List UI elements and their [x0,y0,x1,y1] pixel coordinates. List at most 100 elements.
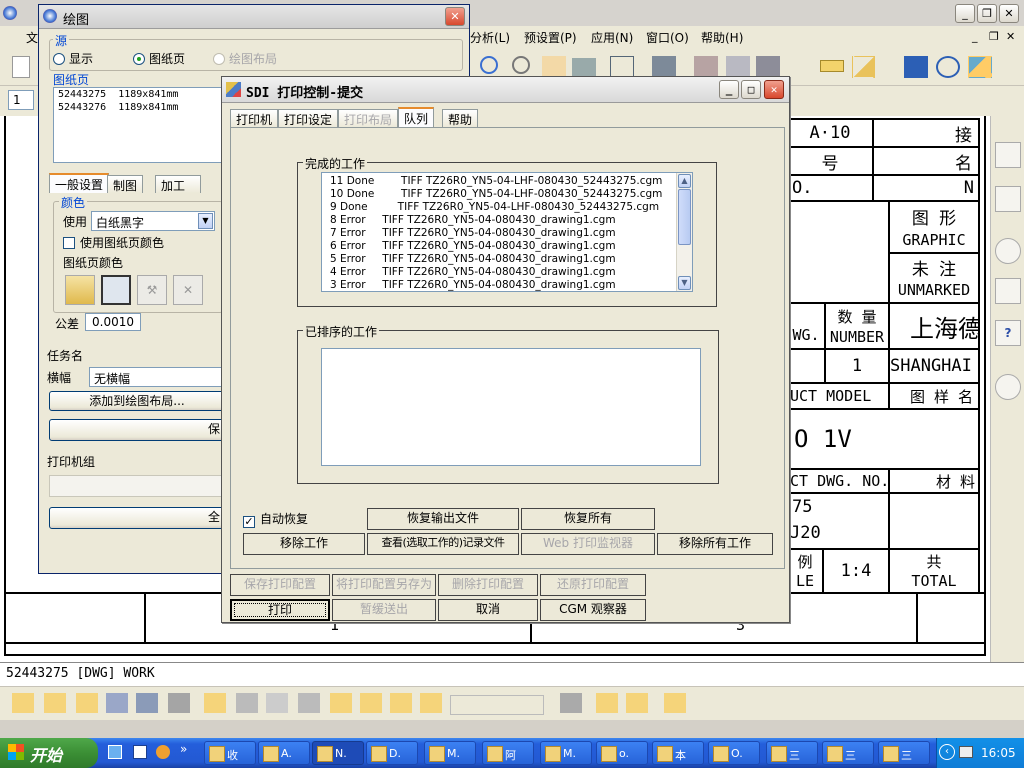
part-navigator-icon[interactable] [995,186,1021,212]
reposition-icon[interactable] [266,693,288,713]
remove-all-button[interactable]: 移除所有工作 [657,533,773,555]
taskbar-button[interactable]: 三 [766,741,818,765]
tab-general[interactable]: 一般设置 [49,173,110,193]
all-button[interactable]: 全 [49,507,225,529]
radio-display[interactable]: 显示 [53,50,93,67]
taskbar-button[interactable]: O. [708,741,760,765]
completed-job-row[interactable]: 10 Done TIFF TZ26R0_YN5-04-LHF-080430_52… [322,188,692,201]
tab-drafting[interactable]: 制图 [107,175,144,193]
explode-icon[interactable] [596,693,618,713]
replace-icon[interactable] [360,693,382,713]
sorted-jobs-list[interactable] [321,348,701,466]
component-icon[interactable] [76,693,98,713]
wave-link-icon[interactable] [390,693,412,713]
cube-wire-icon[interactable] [610,56,634,78]
sheet-item[interactable]: 52443275 1189x841mm [54,88,223,101]
taskbar-button[interactable]: D. [366,741,418,765]
completed-job-row[interactable]: 9 Done TIFF TZ26R0_YN5-04-LHF-080430_524… [322,201,692,214]
network-icon[interactable] [936,56,960,78]
scroll-thumb[interactable] [678,189,691,245]
wrench-icon[interactable]: ⚒ [137,275,167,305]
menu-file-stub[interactable]: 文 [26,29,38,46]
check-clearance-icon[interactable] [664,693,686,713]
cube-grey-icon[interactable] [726,56,750,78]
maximize-button[interactable]: ❐ [977,4,997,23]
completed-job-row[interactable]: 3 Error TIFF TZ26R0_YN5-04-080430_drawin… [322,279,692,291]
help-icon[interactable]: ? [995,320,1021,346]
taskbar-button[interactable]: 阿 [482,741,534,765]
assembly-icon[interactable] [106,693,128,713]
menu-analysis[interactable]: 分析(L) [470,29,510,46]
constraint-icon[interactable] [136,693,158,713]
mate-icon[interactable] [168,693,190,713]
remove-job-button[interactable]: 移除工作 [243,533,365,555]
minimize-button[interactable]: _ [955,4,975,23]
triangle-ruler-icon[interactable] [852,56,876,78]
sheet-item[interactable]: 52443276 1189x841mm [54,101,223,114]
use-sheet-color-box[interactable] [63,237,75,249]
completed-jobs-list[interactable]: 11 Done TIFF TZ26R0_YN5-04-LHF-080430_52… [321,172,693,292]
pan-icon[interactable] [542,56,566,78]
menu-preferences[interactable]: 预设置(P) [524,29,577,46]
cgm-viewer-button[interactable]: CGM 观察器 [540,599,646,621]
menu-window[interactable]: 窗口(O) [646,29,689,46]
new-file-icon[interactable] [12,56,30,78]
taskbar-button[interactable]: M. [540,741,592,765]
palette-icon[interactable] [995,238,1021,264]
start-button[interactable]: 开始 [0,738,98,768]
plot-close-button[interactable]: ✕ [445,7,465,26]
completed-job-row[interactable]: 11 Done TIFF TZ26R0_YN5-04-LHF-080430_52… [322,175,692,188]
completed-job-row[interactable]: 5 Error TIFF TZ26R0_YN5-04-080430_drawin… [322,253,692,266]
taskbar-button[interactable]: o. [596,741,648,765]
taskbar-button[interactable]: M. [424,741,476,765]
add-component-icon[interactable] [204,693,226,713]
completed-job-row[interactable]: 4 Error TIFF TZ26R0_YN5-04-080430_drawin… [322,266,692,279]
scroll-down-icon[interactable]: ▼ [678,276,691,290]
radio-sheet[interactable]: 图纸页 [133,50,185,67]
roles-icon[interactable] [995,278,1021,304]
tab-help[interactable]: 帮助 [442,109,479,127]
chevron-down-icon[interactable]: ▼ [198,213,213,229]
zoom-icon[interactable] [480,56,498,74]
history-clock-icon[interactable] [995,374,1021,400]
menu-help[interactable]: 帮助(H) [701,29,743,46]
taskbar-button[interactable]: 三 [878,741,930,765]
print-button[interactable]: 打印 [230,599,330,621]
close-button[interactable]: ✕ [999,4,1019,23]
cube-dark-icon[interactable] [756,56,780,78]
banner-field[interactable]: 无横幅 [89,367,229,387]
view-log-button[interactable]: 查看(选取工作的)记录文件 [367,533,519,555]
use-select[interactable]: 白纸黑字 ▼ [91,211,215,231]
reference-set-icon[interactable] [420,693,442,713]
books-icon[interactable] [904,56,928,78]
auto-recover-checkbox[interactable]: ✓ 自动恢复 [243,510,308,528]
cube-red-icon[interactable] [694,56,718,78]
recover-all-button[interactable]: 恢复所有 [521,508,655,530]
mirror-icon[interactable] [298,693,320,713]
recover-output-button[interactable]: 恢复输出文件 [367,508,519,530]
sdi-close-button[interactable]: ✕ [764,80,784,99]
tab-machining[interactable]: 加工 [155,175,201,193]
assembly-navigator-icon[interactable] [995,142,1021,168]
tab-print-settings[interactable]: 打印设定 [278,109,339,127]
zoom-field[interactable]: 1 [8,90,34,110]
delete-x-icon[interactable]: ✕ [173,275,203,305]
taskbar-button[interactable]: 三 [822,741,874,765]
sequence-icon[interactable] [560,693,582,713]
tray-network-icon[interactable] [959,746,973,758]
radio-display-circle[interactable] [53,53,65,65]
save-disk-icon[interactable] [101,275,131,305]
select-icon[interactable] [44,693,66,713]
completed-job-row[interactable]: 6 Error TIFF TZ26R0_YN5-04-080430_drawin… [322,240,692,253]
tab-printer[interactable]: 打印机 [230,109,279,127]
auto-recover-box[interactable]: ✓ [243,516,255,528]
brush-icon[interactable] [968,56,992,78]
rotate-icon[interactable] [512,56,530,74]
link-icon[interactable] [626,693,648,713]
quicklaunch-media-icon[interactable] [156,745,170,759]
open-folder-icon[interactable] [65,275,95,305]
add-to-layout-button[interactable]: 添加到绘图布局... [49,391,225,411]
completed-job-row[interactable]: 7 Error TIFF TZ26R0_YN5-04-080430_drawin… [322,227,692,240]
sdi-maximize-button[interactable]: □ [741,80,761,99]
save-plot-button[interactable]: 保 [49,419,225,441]
